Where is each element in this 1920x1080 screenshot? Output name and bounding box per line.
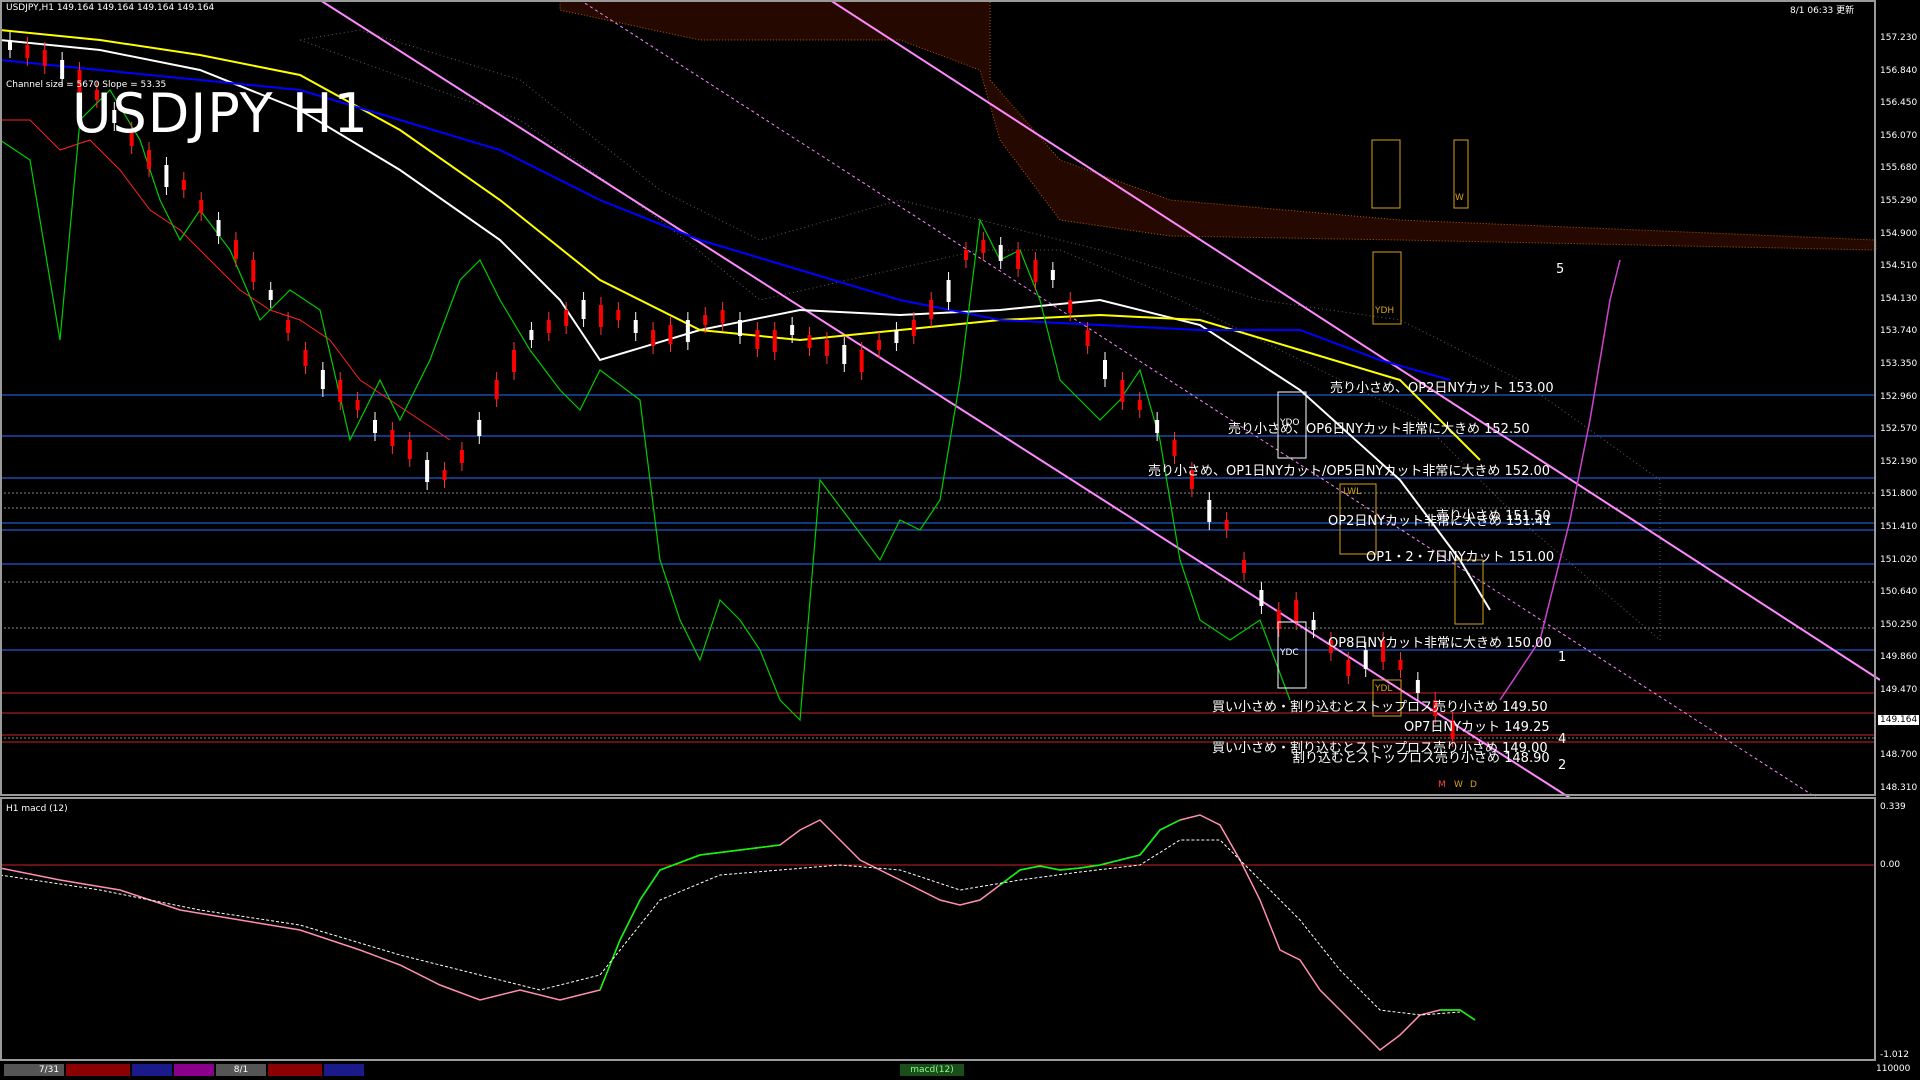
macd-axis-zero: 0.00 bbox=[1880, 860, 1901, 870]
bottom-right-label: 110000 bbox=[1876, 1064, 1911, 1074]
price-axis-label: 151.800 bbox=[1880, 489, 1918, 500]
macd-axis-bottom: -1.012 bbox=[1880, 1050, 1910, 1060]
price-axis-label: 154.510 bbox=[1880, 261, 1918, 272]
price-axis-label: 149.860 bbox=[1880, 652, 1918, 663]
price-axis-label: 156.840 bbox=[1880, 65, 1918, 76]
price-axis-label: 152.190 bbox=[1880, 456, 1918, 467]
price-axis-label: 152.960 bbox=[1880, 391, 1918, 402]
time-axis-bar: 7/31 8/1 macd(12) 110000 bbox=[0, 1062, 1910, 1080]
date-label-7-31: 7/31 bbox=[34, 1064, 64, 1076]
main-window-frame bbox=[0, 0, 1876, 796]
price-axis-label: 153.350 bbox=[1880, 359, 1918, 369]
sub-window-frame bbox=[0, 797, 1876, 1061]
macd-axis-top: 0.339 bbox=[1880, 802, 1906, 812]
session-seg-6 bbox=[324, 1064, 364, 1076]
price-axis-label: 154.130 bbox=[1880, 293, 1918, 304]
price-axis-label: 154.900 bbox=[1880, 228, 1918, 239]
price-axis-label: 151.410 bbox=[1880, 522, 1918, 532]
session-seg-4 bbox=[174, 1064, 214, 1076]
price-axis-label: 152.570 bbox=[1880, 424, 1918, 435]
price-axis-label: 151.020 bbox=[1880, 554, 1918, 565]
price-axis-label: 157.230 bbox=[1880, 33, 1918, 43]
session-seg-5 bbox=[268, 1064, 322, 1076]
date-label-8-1: 8/1 bbox=[216, 1064, 266, 1076]
price-axis-label: 148.310 bbox=[1880, 782, 1918, 793]
price-axis-label: 155.290 bbox=[1880, 196, 1918, 206]
indicator-tab[interactable]: macd(12) bbox=[900, 1064, 964, 1076]
session-seg-3 bbox=[132, 1064, 172, 1076]
price-axis-label: 155.680 bbox=[1880, 163, 1918, 174]
price-axis-label: 156.450 bbox=[1880, 98, 1918, 109]
price-axis-label: 150.640 bbox=[1880, 587, 1918, 598]
current-price-tag: 149.164 bbox=[1878, 715, 1920, 725]
price-axis-label: 156.070 bbox=[1880, 130, 1918, 141]
price-axis-label: 153.740 bbox=[1880, 326, 1918, 337]
price-axis-label: 149.470 bbox=[1880, 685, 1918, 695]
price-axis-label: 148.700 bbox=[1880, 750, 1918, 761]
session-seg-2 bbox=[66, 1064, 130, 1076]
price-axis-label: 150.250 bbox=[1880, 619, 1918, 630]
